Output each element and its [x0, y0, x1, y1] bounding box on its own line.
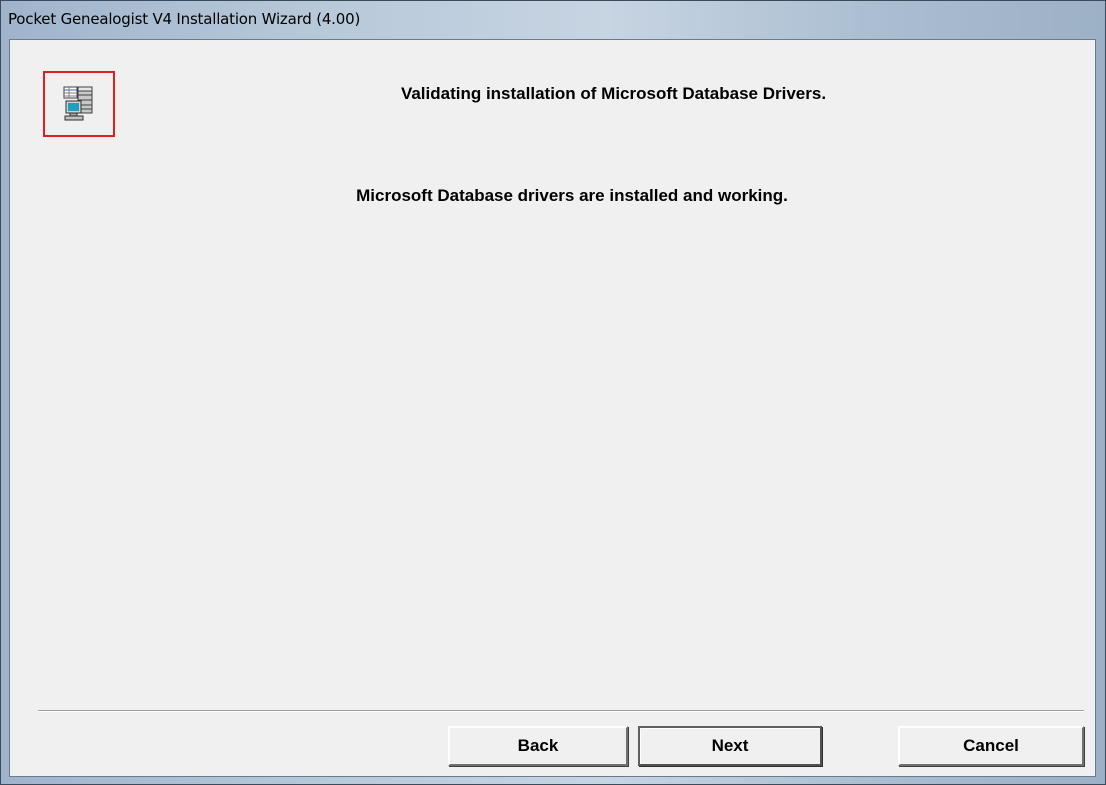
next-button[interactable]: Next — [638, 726, 822, 766]
database-computer-icon-frame — [43, 71, 115, 137]
wizard-content: Validating installation of Microsoft Dat… — [9, 39, 1096, 777]
button-separator — [38, 710, 1084, 712]
back-button[interactable]: Back — [448, 726, 628, 766]
status-message: Microsoft Database drivers are installed… — [356, 186, 788, 205]
title-bar[interactable]: Pocket Genealogist V4 Installation Wizar… — [1, 1, 1105, 39]
cancel-button[interactable]: Cancel — [898, 726, 1084, 766]
window-title: Pocket Genealogist V4 Installation Wizar… — [8, 10, 361, 28]
wizard-window: Pocket Genealogist V4 Installation Wizar… — [0, 0, 1106, 785]
page-heading: Validating installation of Microsoft Dat… — [400, 84, 827, 103]
